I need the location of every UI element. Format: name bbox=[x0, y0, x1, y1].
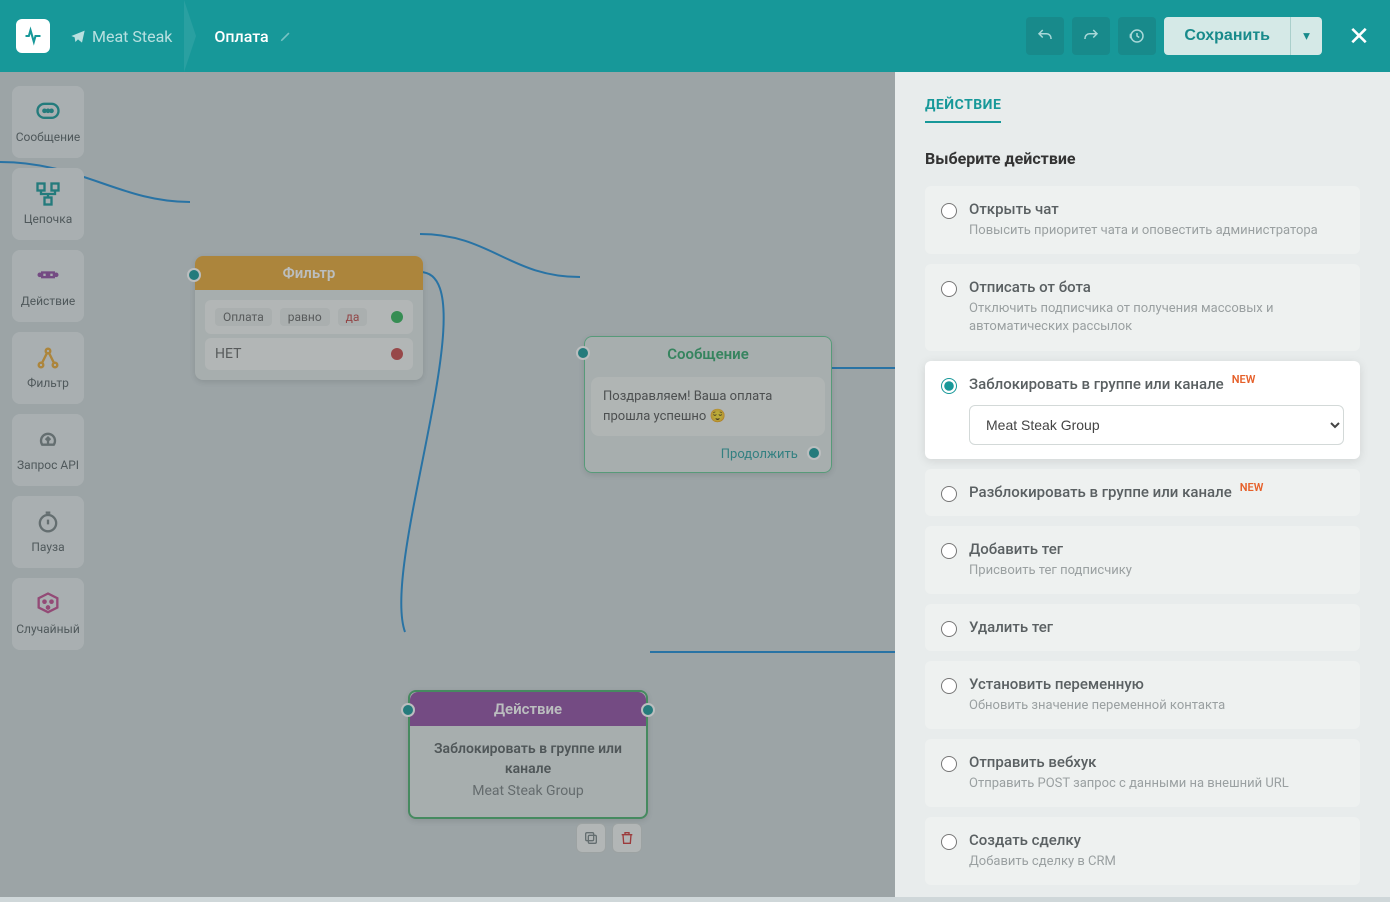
radio[interactable] bbox=[941, 203, 957, 219]
radio[interactable] bbox=[941, 834, 957, 850]
option-desc: Обновить значение переменной контакта bbox=[969, 697, 1344, 715]
breadcrumb-bot-label: Meat Steak bbox=[92, 27, 172, 46]
save-dropdown[interactable]: ▾ bbox=[1290, 17, 1322, 55]
option-title: Добавить тег bbox=[969, 540, 1063, 558]
save-group: Сохранить ▾ bbox=[1164, 17, 1322, 55]
option-title: Удалить тег bbox=[969, 618, 1053, 636]
redo-button[interactable] bbox=[1072, 17, 1110, 55]
option-title: Отписать от бота bbox=[969, 278, 1091, 296]
radio[interactable] bbox=[941, 756, 957, 772]
radio[interactable] bbox=[941, 486, 957, 502]
action-option-remove-tag[interactable]: Удалить тег bbox=[925, 604, 1360, 651]
new-badge: NEW bbox=[1232, 373, 1256, 386]
radio[interactable] bbox=[941, 678, 957, 694]
breadcrumb-current[interactable]: Оплата bbox=[214, 27, 292, 46]
option-desc: Добавить сделку в CRM bbox=[969, 853, 1344, 871]
pencil-icon bbox=[279, 29, 293, 43]
top-actions: Сохранить ▾ ✕ bbox=[1026, 17, 1374, 55]
action-option-block-group[interactable]: Заблокировать в группе или канале NEW Me… bbox=[925, 361, 1360, 459]
breadcrumb-bot[interactable]: Meat Steak bbox=[70, 27, 172, 46]
radio[interactable] bbox=[941, 281, 957, 297]
radio[interactable] bbox=[941, 378, 957, 394]
option-title: Установить переменную bbox=[969, 675, 1144, 693]
option-title: Разблокировать в группе или канале bbox=[969, 483, 1232, 501]
action-option-open-chat[interactable]: Открыть чат Повысить приоритет чата и оп… bbox=[925, 186, 1360, 254]
breadcrumb-separator bbox=[184, 18, 202, 54]
option-title: Создать сделку bbox=[969, 831, 1081, 849]
option-title: Открыть чат bbox=[969, 200, 1059, 218]
action-option-create-deal[interactable]: Создать сделку Добавить сделку в CRM bbox=[925, 817, 1360, 885]
option-desc: Отключить подписчика от получения массов… bbox=[969, 300, 1344, 336]
topbar: Meat Steak Оплата Сохранить ▾ ✕ bbox=[0, 0, 1390, 72]
new-badge: NEW bbox=[1240, 481, 1264, 494]
breadcrumb: Meat Steak Оплата bbox=[70, 18, 293, 54]
action-option-unsubscribe[interactable]: Отписать от бота Отключить подписчика от… bbox=[925, 264, 1360, 350]
action-option-unblock-group[interactable]: Разблокировать в группе или канале NEW bbox=[925, 469, 1360, 516]
panel-tab[interactable]: ДЕЙСТВИЕ bbox=[925, 97, 1001, 123]
action-option-add-tag[interactable]: Добавить тег Присвоить тег подписчику bbox=[925, 526, 1360, 594]
option-desc: Повысить приоритет чата и оповестить адм… bbox=[969, 222, 1344, 240]
radio[interactable] bbox=[941, 543, 957, 559]
telegram-icon bbox=[70, 28, 86, 44]
group-select[interactable]: Meat Steak Group bbox=[969, 405, 1344, 445]
save-button[interactable]: Сохранить bbox=[1164, 17, 1290, 55]
radio[interactable] bbox=[941, 621, 957, 637]
panel-heading: Выберите действие bbox=[925, 149, 1360, 168]
option-title: Отправить вебхук bbox=[969, 753, 1096, 771]
option-desc: Отправить POST запрос с данными на внешн… bbox=[969, 775, 1344, 793]
undo-button[interactable] bbox=[1026, 17, 1064, 55]
option-title: Заблокировать в группе или канале bbox=[969, 375, 1224, 393]
history-button[interactable] bbox=[1118, 17, 1156, 55]
action-option-set-variable[interactable]: Установить переменную Обновить значение … bbox=[925, 661, 1360, 729]
close-button[interactable]: ✕ bbox=[1344, 21, 1374, 51]
option-desc: Присвоить тег подписчику bbox=[969, 562, 1344, 580]
breadcrumb-current-label: Оплата bbox=[214, 27, 268, 46]
app-logo[interactable] bbox=[16, 19, 50, 53]
action-option-webhook[interactable]: Отправить вебхук Отправить POST запрос с… bbox=[925, 739, 1360, 807]
action-panel: ДЕЙСТВИЕ Выберите действие Открыть чат П… bbox=[895, 72, 1390, 897]
